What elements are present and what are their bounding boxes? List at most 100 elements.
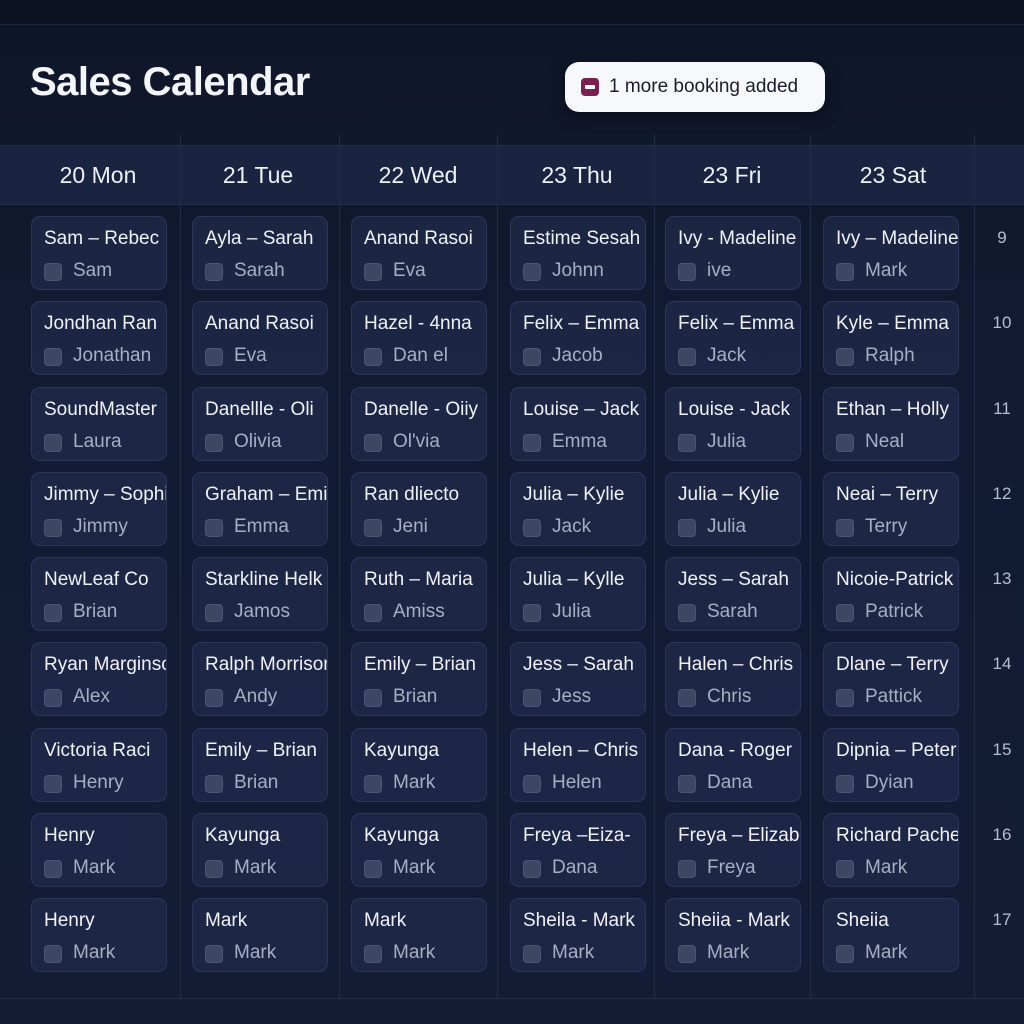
booking-card[interactable]: Emily – Brian Brian <box>192 728 328 802</box>
day-header[interactable]: 23 Sat <box>823 146 963 204</box>
booking-checkbox[interactable] <box>836 434 854 452</box>
booking-checkbox[interactable] <box>205 689 223 707</box>
booking-checkbox[interactable] <box>678 775 696 793</box>
booking-card[interactable]: Ruth – Maria Amiss <box>351 557 487 631</box>
booking-checkbox[interactable] <box>44 434 62 452</box>
booking-card[interactable]: Mark Mark <box>351 898 487 972</box>
booking-card[interactable]: Kyle – Emma Ralph <box>823 301 959 375</box>
booking-checkbox[interactable] <box>44 263 62 281</box>
booking-card[interactable]: Ran dliecto Jeni <box>351 472 487 546</box>
booking-card[interactable]: Louise – Jack Emma <box>510 387 646 461</box>
booking-card[interactable]: Sheiia Mark <box>823 898 959 972</box>
booking-checkbox[interactable] <box>205 945 223 963</box>
booking-card[interactable]: Freya – Elizabe Freya <box>665 813 801 887</box>
booking-checkbox[interactable] <box>523 604 541 622</box>
booking-checkbox[interactable] <box>836 263 854 281</box>
booking-checkbox[interactable] <box>364 348 382 366</box>
booking-card[interactable]: Dlane – Terry Pattick <box>823 642 959 716</box>
booking-card[interactable]: Kayunga Mark <box>351 813 487 887</box>
booking-checkbox[interactable] <box>836 860 854 878</box>
booking-card[interactable]: Julia – Kylie Julia <box>665 472 801 546</box>
booking-checkbox[interactable] <box>523 348 541 366</box>
booking-card[interactable]: Danelle - Oiiy Ol'via <box>351 387 487 461</box>
booking-checkbox[interactable] <box>364 775 382 793</box>
booking-checkbox[interactable] <box>678 860 696 878</box>
booking-card[interactable]: Sam – Rebec Sam <box>31 216 167 290</box>
booking-card[interactable]: Jimmy – Sophi Jimmy <box>31 472 167 546</box>
booking-card[interactable]: Starkline Helk Jamos <box>192 557 328 631</box>
booking-card[interactable]: Ralph Morrisor Andy <box>192 642 328 716</box>
booking-card[interactable]: NewLeaf Co Brian <box>31 557 167 631</box>
booking-checkbox[interactable] <box>523 689 541 707</box>
booking-checkbox[interactable] <box>364 860 382 878</box>
booking-card[interactable]: Danellle - Oli Olivia <box>192 387 328 461</box>
booking-checkbox[interactable] <box>678 434 696 452</box>
booking-checkbox[interactable] <box>364 519 382 537</box>
booking-checkbox[interactable] <box>364 434 382 452</box>
day-header[interactable]: 23 Thu <box>507 146 647 204</box>
booking-card[interactable]: Felix – Emma Jacob <box>510 301 646 375</box>
booking-checkbox[interactable] <box>678 263 696 281</box>
booking-checkbox[interactable] <box>364 604 382 622</box>
booking-card[interactable]: Nicoie-Patrick Patrick <box>823 557 959 631</box>
booking-added-toast[interactable]: 1 more booking added <box>565 62 825 112</box>
booking-checkbox[interactable] <box>364 689 382 707</box>
day-header[interactable]: 22 Wed <box>348 146 488 204</box>
booking-card[interactable]: Estime Sesah Johnn <box>510 216 646 290</box>
booking-card[interactable]: Graham – Emi Emma <box>192 472 328 546</box>
booking-checkbox[interactable] <box>364 263 382 281</box>
booking-card[interactable]: Hazel - 4nna Dan el <box>351 301 487 375</box>
booking-card[interactable]: Kayunga Mark <box>192 813 328 887</box>
booking-card[interactable]: Sheila - Mark Mark <box>510 898 646 972</box>
booking-checkbox[interactable] <box>44 945 62 963</box>
booking-card[interactable]: Louise - Jack Julia <box>665 387 801 461</box>
booking-checkbox[interactable] <box>523 434 541 452</box>
booking-card[interactable]: Emily – Brian Brian <box>351 642 487 716</box>
booking-card[interactable]: Jondhan Ran Jonathan <box>31 301 167 375</box>
day-header[interactable]: 23 Fri <box>662 146 802 204</box>
booking-checkbox[interactable] <box>205 519 223 537</box>
booking-card[interactable]: Julia – Kylie Jack <box>510 472 646 546</box>
booking-card[interactable]: Ayla – Sarah Sarah <box>192 216 328 290</box>
booking-checkbox[interactable] <box>836 689 854 707</box>
booking-checkbox[interactable] <box>205 434 223 452</box>
booking-checkbox[interactable] <box>836 775 854 793</box>
booking-checkbox[interactable] <box>523 860 541 878</box>
booking-card[interactable]: Ivy – Madeline Mark <box>823 216 959 290</box>
booking-card[interactable]: Freya –Eiza- Dana <box>510 813 646 887</box>
booking-card[interactable]: Ivy - Madeline ive <box>665 216 801 290</box>
booking-checkbox[interactable] <box>523 519 541 537</box>
booking-card[interactable]: Dipnia – Peter Dyian <box>823 728 959 802</box>
booking-card[interactable]: Neai – Terry Terry <box>823 472 959 546</box>
day-header[interactable]: 20 Mon <box>28 146 168 204</box>
booking-checkbox[interactable] <box>523 775 541 793</box>
booking-checkbox[interactable] <box>836 945 854 963</box>
booking-card[interactable]: Halen – Chris Chris <box>665 642 801 716</box>
booking-card[interactable]: SoundMaster Laura <box>31 387 167 461</box>
booking-card[interactable]: Henry Mark <box>31 813 167 887</box>
day-header[interactable]: 21 Tue <box>188 146 328 204</box>
booking-card[interactable]: Julia – Kylle Julia <box>510 557 646 631</box>
booking-checkbox[interactable] <box>678 348 696 366</box>
booking-card[interactable]: Helen – Chris Helen <box>510 728 646 802</box>
booking-card[interactable]: Ryan Marginso Alex <box>31 642 167 716</box>
booking-checkbox[interactable] <box>44 519 62 537</box>
booking-card[interactable]: Sheiia - Mark Mark <box>665 898 801 972</box>
booking-checkbox[interactable] <box>678 604 696 622</box>
booking-card[interactable]: Victoria Raci Henry <box>31 728 167 802</box>
booking-checkbox[interactable] <box>836 519 854 537</box>
booking-checkbox[interactable] <box>205 263 223 281</box>
booking-checkbox[interactable] <box>364 945 382 963</box>
booking-checkbox[interactable] <box>678 689 696 707</box>
booking-card[interactable]: Richard Pachec Mark <box>823 813 959 887</box>
booking-checkbox[interactable] <box>205 860 223 878</box>
booking-checkbox[interactable] <box>44 348 62 366</box>
booking-checkbox[interactable] <box>678 519 696 537</box>
booking-checkbox[interactable] <box>44 775 62 793</box>
booking-checkbox[interactable] <box>205 775 223 793</box>
booking-card[interactable]: Henry Mark <box>31 898 167 972</box>
booking-checkbox[interactable] <box>205 348 223 366</box>
booking-checkbox[interactable] <box>836 604 854 622</box>
booking-card[interactable]: Kayunga Mark <box>351 728 487 802</box>
booking-checkbox[interactable] <box>523 945 541 963</box>
